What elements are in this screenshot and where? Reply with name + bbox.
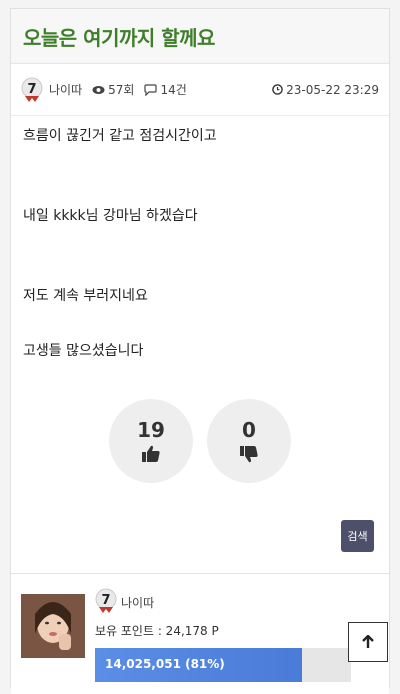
thumbs-up-icon — [142, 445, 160, 462]
post-meta: 7 나이따 57회 14건 23-05-22 23:29 — [11, 64, 389, 116]
post-line-3: 저도 계속 부러지네요 — [23, 288, 148, 304]
views-count: 57회 — [92, 81, 134, 98]
arrow-up-icon — [362, 635, 374, 648]
post-line-2: 내일 kkkk님 강마님 하겠습다 — [23, 208, 198, 224]
author-box-name[interactable]: 나이따 — [121, 594, 154, 611]
upvote-count: 19 — [137, 418, 165, 442]
thumbs-down-icon — [240, 446, 258, 463]
downvote-count: 0 — [242, 418, 256, 442]
xp-progress-label: 14,025,051 (81%) — [105, 657, 225, 671]
post-page: 오늘은 여기까지 할께요 7 나이따 57회 14건 23-05-22 23:2… — [10, 8, 390, 694]
downvote-button[interactable]: 0 — [207, 399, 291, 483]
author-name[interactable]: 나이따 — [49, 81, 82, 98]
post-line-1: 흐름이 끊긴거 같고 점검시간이고 — [23, 128, 217, 144]
xp-progress-bar: 14,025,051 (81%) — [95, 648, 351, 682]
post-line-4: 고생들 많으셨습니다 — [23, 343, 144, 359]
author-level-badge-icon: 7 — [95, 588, 117, 614]
search-button[interactable]: 검색 — [341, 520, 374, 552]
post-title-bar: 오늘은 여기까지 할께요 — [11, 9, 389, 64]
clock-icon — [272, 84, 283, 95]
scroll-top-button[interactable] — [348, 622, 388, 662]
comments-label: 14건 — [160, 83, 187, 97]
level-number: 7 — [27, 82, 36, 97]
level-badge-icon: 7 — [21, 77, 43, 103]
upvote-button[interactable]: 19 — [109, 399, 193, 483]
post-title: 오늘은 여기까지 할께요 — [23, 25, 215, 50]
post-date: 23-05-22 23:29 — [272, 83, 379, 97]
eye-icon — [92, 85, 105, 94]
comments-count: 14건 — [144, 81, 187, 98]
date-label: 23-05-22 23:29 — [286, 82, 379, 97]
author-level-number: 7 — [101, 593, 110, 608]
views-label: 57회 — [108, 83, 135, 97]
author-profile: 7 나이따 보유 포인트 : 24,178 P 14,025,051 (81%) — [11, 574, 389, 694]
author-avatar[interactable] — [21, 594, 85, 658]
post-body: 흐름이 끊긴거 같고 점검시간이고 내일 kkkk님 강마님 하겠습다 저도 계… — [11, 116, 389, 359]
comment-icon — [144, 83, 158, 96]
author-points: 보유 포인트 : 24,178 P — [95, 624, 219, 638]
